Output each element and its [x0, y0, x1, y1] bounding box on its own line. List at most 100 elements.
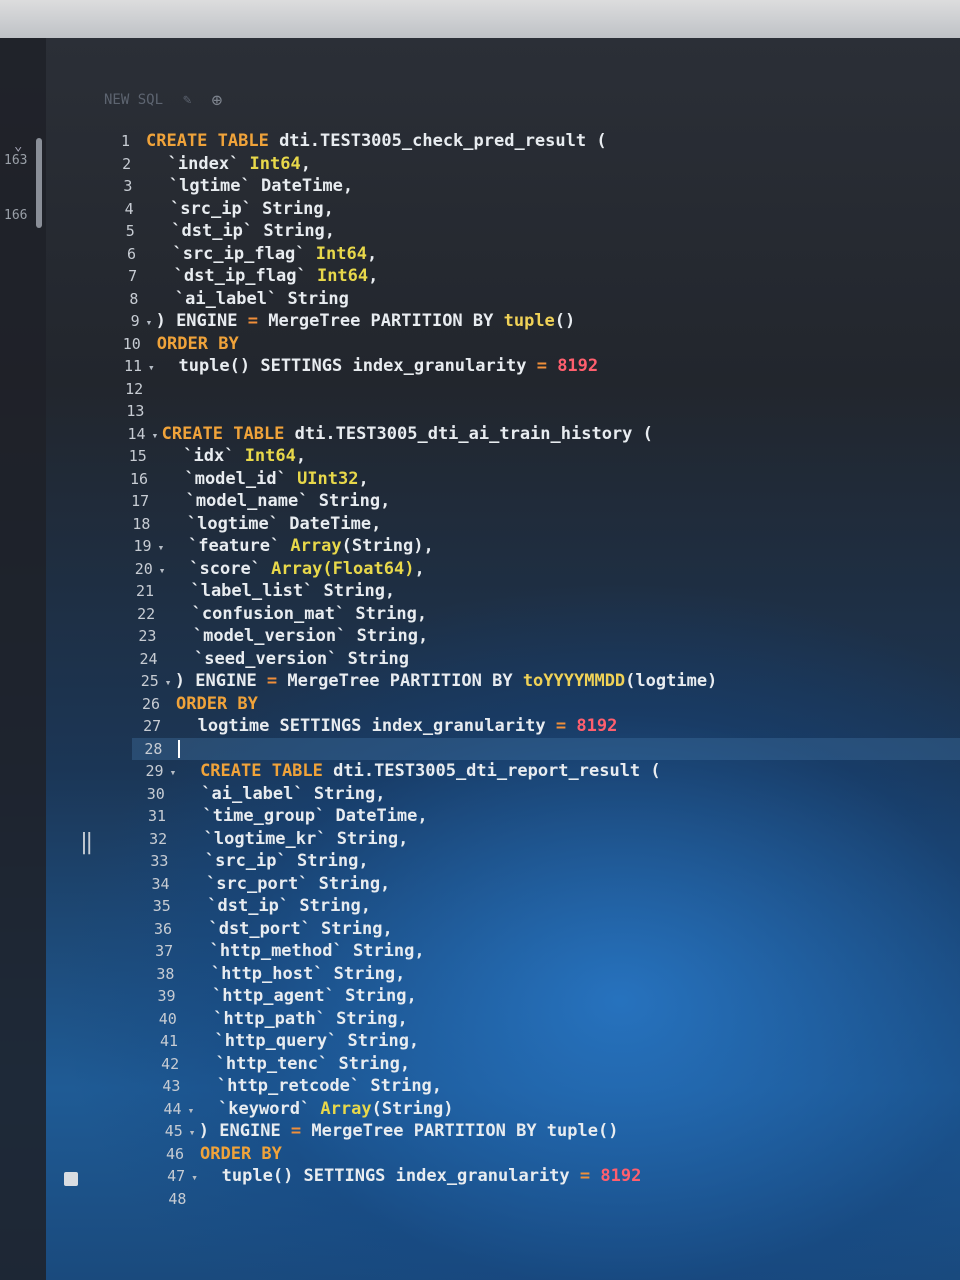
editor-tab-bar: NEW SQL ✎ ⊕: [104, 88, 222, 112]
code-line[interactable]: 44 ▾ `keyword` Array(String): [152, 1098, 960, 1121]
code-token: 8192: [590, 1166, 642, 1186]
code-token: dti.TEST3005_check_pred_result (: [279, 131, 607, 151]
code-line[interactable]: 9 ▾) ENGINE = MergeTree PARTITION BY tupl…: [110, 310, 960, 333]
left-panel-scrollbar[interactable]: [36, 138, 42, 228]
code-line[interactable]: 40 `http_path` String,: [147, 1008, 960, 1031]
tab-new-sql[interactable]: NEW SQL: [104, 92, 163, 108]
fold-chevron-icon[interactable]: ▾: [189, 1122, 199, 1145]
code-line[interactable]: 15 `idx` Int64,: [117, 445, 960, 468]
fold-chevron-icon[interactable]: ▾: [165, 672, 175, 695]
code-token: `http_path` String,: [192, 1008, 408, 1029]
code-line[interactable]: 34 `src_port` String,: [140, 873, 960, 896]
fold-chevron-icon[interactable]: ▾: [170, 762, 180, 785]
fold-chevron-icon[interactable]: ▾: [152, 425, 162, 448]
code-line[interactable]: 8 `ai_label` String: [108, 288, 960, 311]
code-line[interactable]: 13: [114, 400, 960, 423]
code-line[interactable]: 20 ▾ `score` Array(Float64),: [123, 558, 960, 581]
left-panel: ⌄ 163 166: [0, 38, 46, 1280]
line-number: 7: [128, 267, 138, 285]
code-line[interactable]: 2 `index` Int64,: [101, 153, 960, 176]
fold-chevron-icon[interactable]: ▾: [159, 560, 169, 583]
code-line[interactable]: 30 `ai_label` String,: [135, 783, 960, 806]
line-number: 31: [147, 807, 166, 825]
line-number: 29: [145, 762, 164, 780]
fold-chevron-icon[interactable]: ▾: [146, 312, 156, 335]
code-line[interactable]: 42 `http_tenc` String,: [149, 1053, 960, 1076]
line-number: 20: [134, 559, 153, 578]
line-number: 22: [137, 604, 156, 623]
code-token: Array(Float64): [271, 558, 415, 579]
code-line[interactable]: 39 `http_agent` String,: [146, 985, 960, 1008]
code-token: `idx`: [162, 446, 245, 466]
fold-chevron-icon[interactable]: ▾: [191, 1167, 201, 1190]
code-line[interactable]: 43 `http_retcode` String,: [150, 1075, 960, 1098]
code-line[interactable]: 19 ▾ `feature` Array(String),: [122, 535, 960, 558]
code-line[interactable]: 23 `model_version` String,: [126, 625, 960, 648]
code-line[interactable]: 22 `confusion_mat` String,: [125, 603, 960, 626]
line-number: 30: [146, 784, 165, 803]
sql-editor[interactable]: 1 CREATE TABLE dti.TEST3005_check_pred_re…: [100, 130, 960, 1210]
code-line[interactable]: 24 `seed_version` String: [128, 648, 960, 671]
code-token: tuple() SETTINGS index_granularity: [158, 356, 537, 376]
line-number: 35: [152, 897, 171, 915]
fold-chevron-icon[interactable]: ▾: [148, 357, 158, 380]
code-line[interactable]: 6 `src_ip_flag` Int64,: [106, 243, 960, 266]
code-line[interactable]: 45 ▾) ENGINE = MergeTree PARTITION BY tup…: [153, 1120, 960, 1143]
code-line[interactable]: 35 `dst_ip` String,: [141, 895, 960, 918]
line-number: 38: [156, 964, 175, 983]
code-line[interactable]: 1 CREATE TABLE dti.TEST3005_check_pred_re…: [100, 130, 960, 153]
code-token: tuple: [503, 311, 555, 331]
code-token: =: [266, 671, 278, 691]
code-line[interactable]: 47 ▾ tuple() SETTINGS index_granularity =…: [155, 1165, 960, 1188]
code-token: ) ENGINE: [174, 671, 267, 691]
code-line[interactable]: 48: [156, 1188, 960, 1211]
line-number: 39: [157, 987, 176, 1005]
code-line[interactable]: 3 `lgtime` DateTime,: [102, 175, 960, 198]
code-token: `model_name` String,: [165, 491, 391, 511]
code-line[interactable]: 33 `src_ip` String,: [138, 850, 960, 873]
code-line[interactable]: 18 `logtime` DateTime,: [120, 513, 960, 536]
edit-icon[interactable]: ✎: [183, 92, 191, 108]
line-number: 45: [164, 1122, 183, 1140]
fold-chevron-icon[interactable]: ▾: [158, 537, 168, 560]
code-token: tuple() SETTINGS index_granularity: [201, 1166, 580, 1186]
code-line[interactable]: 10 ORDER BY: [111, 333, 960, 356]
code-line[interactable]: 17 `model_name` String,: [119, 490, 960, 513]
code-line[interactable]: 12: [113, 378, 960, 401]
code-token: ) ENGINE: [155, 311, 248, 331]
line-number: 14: [127, 424, 146, 443]
code-token: `label_list` String,: [170, 581, 396, 601]
code-line[interactable]: 11 ▾ tuple() SETTINGS index_granularity =…: [112, 355, 960, 378]
chevron-down-icon[interactable]: ⌄: [14, 138, 22, 154]
code-token: ) ENGINE: [198, 1121, 291, 1141]
code-line[interactable]: 36 `dst_port` String,: [142, 918, 960, 941]
code-line[interactable]: 28: [132, 737, 960, 760]
plus-circle-icon[interactable]: ⊕: [211, 90, 222, 111]
code-line[interactable]: 26 ORDER BY: [130, 693, 960, 716]
code-token: `seed_version` String: [173, 648, 409, 669]
code-line[interactable]: 4 `src_ip` String,: [104, 198, 960, 221]
code-token: CREATE TABLE: [161, 423, 295, 444]
panel-splitter-handle[interactable]: ‖: [80, 830, 93, 855]
code-line[interactable]: 46 ORDER BY: [154, 1143, 960, 1166]
code-line[interactable]: 25 ▾) ENGINE = MergeTree PARTITION BY toY…: [129, 670, 960, 693]
code-line[interactable]: 5 `dst_ip` String,: [105, 220, 960, 243]
code-line[interactable]: 16 `model_id` UInt32,: [118, 468, 960, 491]
code-line[interactable]: 31 `time_group` DateTime,: [136, 805, 960, 828]
code-line[interactable]: 7 `dst_ip_flag` Int64,: [107, 265, 960, 288]
checkbox[interactable]: [64, 1172, 78, 1186]
code-token: CREATE TABLE: [179, 761, 334, 781]
code-line[interactable]: 27 logtime SETTINGS index_granularity = …: [131, 715, 960, 738]
code-line[interactable]: 32 `logtime_kr` String,: [137, 828, 960, 851]
code-token: ,: [368, 266, 379, 286]
code-line[interactable]: 38 `http_host` String,: [144, 963, 960, 986]
code-token: `confusion_mat` String,: [171, 603, 428, 624]
code-token: Int64: [315, 243, 367, 264]
code-line[interactable]: 29 ▾ CREATE TABLE dti.TEST3005_dti_report…: [134, 760, 960, 783]
line-number: 37: [155, 942, 174, 960]
code-line[interactable]: 14 ▾ CREATE TABLE dti.TEST3005_dti_ai_trai…: [116, 423, 960, 446]
fold-chevron-icon[interactable]: ▾: [188, 1100, 198, 1123]
code-line[interactable]: 41 `http_query` String,: [148, 1030, 960, 1053]
code-line[interactable]: 21 `label_list` String,: [124, 580, 960, 603]
code-line[interactable]: 37 `http_method` String,: [143, 940, 960, 963]
